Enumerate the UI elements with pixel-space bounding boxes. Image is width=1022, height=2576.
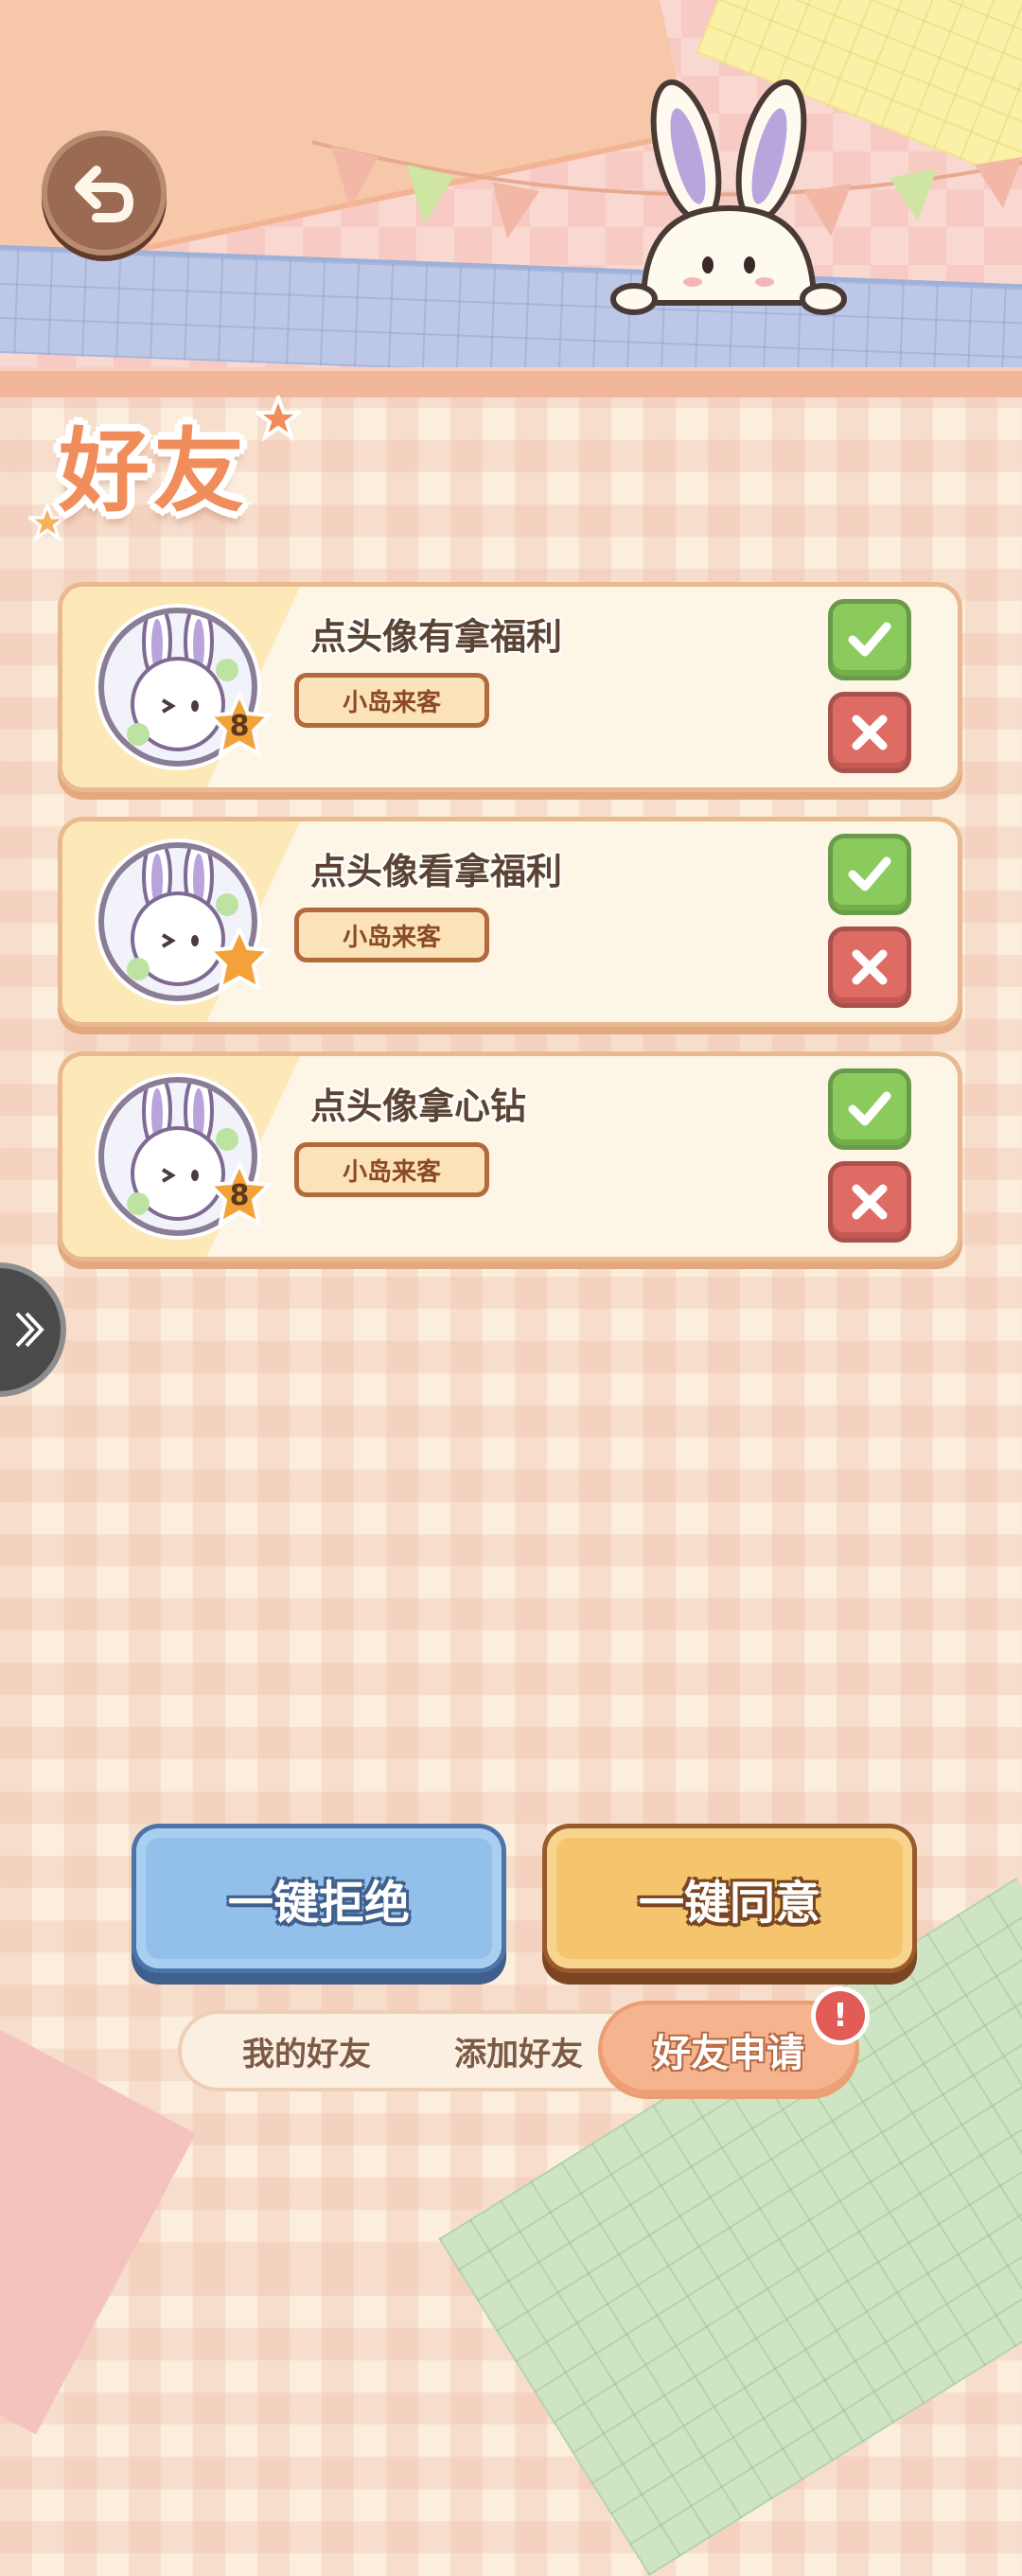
accept-all-button[interactable]: 一键同意 [547, 1828, 912, 1968]
reject-button[interactable] [833, 1166, 907, 1238]
close-icon [852, 715, 888, 750]
alert-badge-icon: ! [816, 1991, 865, 2040]
side-drawer-handle[interactable] [0, 1268, 61, 1391]
reject-all-label: 一键拒绝 [227, 1877, 410, 1930]
requester-name: 点头像看拿福利 [310, 851, 563, 892]
back-button[interactable] [42, 131, 167, 256]
tab-my-friends[interactable]: 我的好友 [203, 2014, 411, 2088]
level-text: 8 [229, 1178, 250, 1212]
chevron-right-icon [15, 1312, 44, 1348]
accept-all-label: 一键同意 [638, 1877, 820, 1930]
banner-floor-strip [0, 367, 1022, 397]
reject-button[interactable] [833, 931, 907, 1003]
accept-button[interactable] [833, 838, 907, 910]
requester-name: 点头像拿心钻 [310, 1085, 527, 1127]
bottom-green-panel [438, 1878, 1022, 2576]
tab-add-friend[interactable]: 添加好友 [414, 2014, 623, 2088]
reject-all-button[interactable]: 一键拒绝 [136, 1828, 502, 1968]
bottom-pink-panel [0, 2000, 196, 2435]
requester-tag: 小岛来客 [299, 1147, 485, 1192]
bunny-mascot-icon [610, 79, 847, 315]
close-icon [852, 1184, 888, 1220]
top-banner [0, 0, 1022, 397]
check-icon [848, 1091, 891, 1126]
check-icon [848, 622, 891, 657]
requester-tag: 小岛来客 [299, 678, 485, 723]
friend-request-card: 点头像看拿福利 小岛来客 [62, 821, 958, 1022]
accept-button[interactable] [833, 1073, 907, 1145]
reject-button[interactable] [833, 697, 907, 768]
level-text: 8 [229, 709, 250, 743]
requester-tag: 小岛来客 [299, 912, 485, 958]
requester-name: 点头像有拿福利 [310, 616, 563, 658]
close-icon [852, 949, 888, 985]
accept-button[interactable] [833, 604, 907, 676]
back-arrow-icon [75, 166, 134, 222]
friend-request-card: 8 点头像拿心钻 小岛来客 [62, 1056, 958, 1257]
check-icon [848, 856, 891, 891]
title-star-icon [256, 396, 301, 441]
level-text [206, 927, 273, 994]
friend-request-card: 8 点头像有拿福利 小岛来客 [62, 587, 958, 787]
page-title: 好友 [59, 418, 248, 524]
tab-friend-requests-label: 好友申请 [653, 2032, 804, 2075]
